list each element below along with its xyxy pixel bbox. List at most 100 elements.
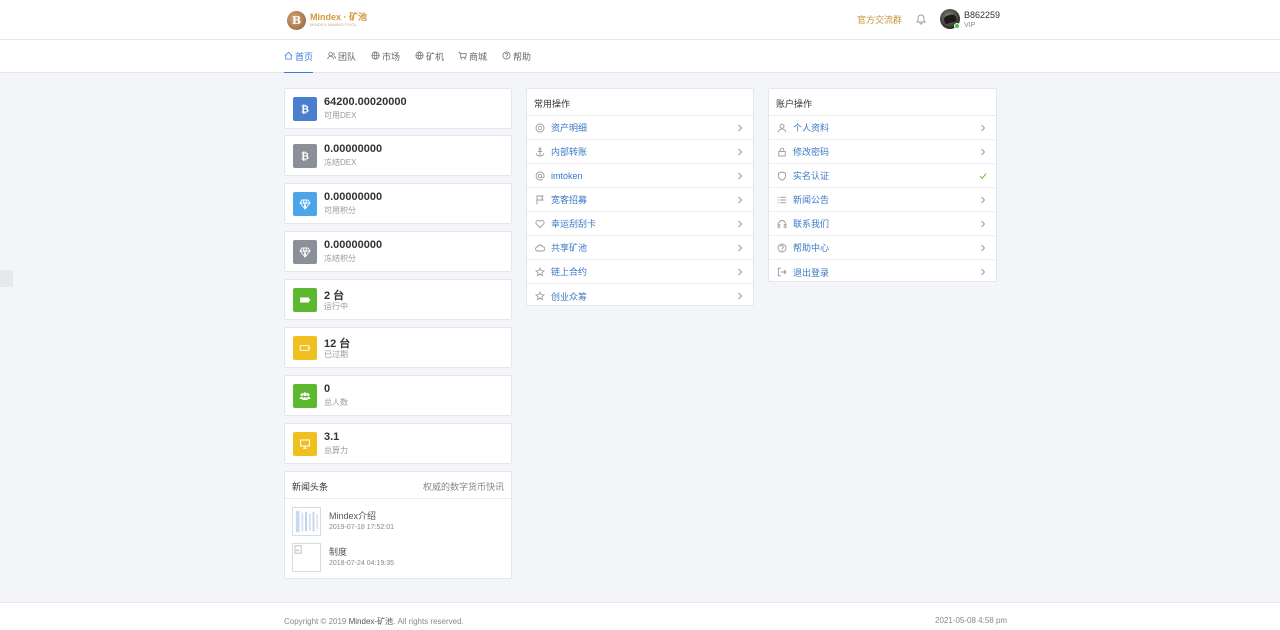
community-link[interactable]: 官方交流群 bbox=[857, 13, 902, 26]
cart-icon bbox=[458, 51, 467, 60]
footer-datetime: 2021-05-08 4:58 pm bbox=[935, 616, 1008, 625]
users-icon bbox=[327, 51, 336, 60]
menu-imtoken[interactable]: imtoken bbox=[527, 164, 753, 188]
chevron-right-icon bbox=[981, 244, 986, 252]
nav-help[interactable]: 帮助 bbox=[502, 50, 531, 73]
news-item[interactable]: Mindex介绍 2019-07-18 17:52:01 bbox=[292, 507, 507, 537]
side-collapse-tab[interactable] bbox=[0, 270, 13, 287]
coin-icon bbox=[535, 123, 545, 133]
account-ops-title: 账户操作 bbox=[769, 89, 996, 116]
news-panel-title: 新闻头条 bbox=[292, 482, 329, 492]
battery-full-icon bbox=[293, 288, 317, 312]
stat-value: 0.00000000 bbox=[324, 191, 383, 203]
footer: Copyright © 2019 Mindex-矿池. All rights r… bbox=[0, 602, 1280, 630]
news-title: 制度 bbox=[329, 547, 348, 557]
logo-mark: B bbox=[287, 10, 306, 30]
globe-icon bbox=[371, 51, 380, 60]
home-icon bbox=[284, 51, 293, 60]
news-thumbnail bbox=[292, 543, 321, 572]
news-title: Mindex介绍 bbox=[329, 511, 377, 521]
user-id[interactable]: B862259 bbox=[964, 10, 1000, 20]
stat-card-running-miners[interactable]: 2 台 运行中 bbox=[284, 279, 512, 320]
chevron-right-icon bbox=[738, 148, 743, 156]
menu-internal-transfer[interactable]: 内部转账 bbox=[527, 140, 753, 164]
star-icon bbox=[535, 266, 545, 277]
bell-icon[interactable] bbox=[915, 13, 927, 25]
news-item[interactable]: 制度 2018-07-24 04:19:35 bbox=[292, 543, 507, 573]
copyright: Copyright © 2019 Mindex-矿池. All rights r… bbox=[284, 617, 464, 626]
menu-crowdfunding[interactable]: 创业众筹 bbox=[527, 284, 753, 308]
copyright-brand-link[interactable]: Mindex-矿池 bbox=[349, 617, 393, 626]
nav-home[interactable]: 首页 bbox=[284, 50, 314, 73]
chevron-right-icon bbox=[738, 244, 743, 252]
chevron-right-icon bbox=[981, 124, 986, 132]
news-date: 2018-07-24 04:19:35 bbox=[329, 560, 394, 567]
shield-icon bbox=[777, 170, 787, 181]
bitcoin-icon: ₿ bbox=[293, 144, 317, 168]
battery-empty-icon bbox=[293, 336, 317, 360]
flag-icon bbox=[535, 195, 545, 205]
chevron-right-icon bbox=[981, 220, 986, 228]
news-date: 2019-07-18 17:52:01 bbox=[329, 524, 394, 531]
news-panel-subtitle[interactable]: 权威的数字货币快讯 bbox=[423, 480, 504, 493]
chevron-right-icon bbox=[738, 196, 743, 204]
news-panel: 新闻头条 权威的数字货币快讯 Mindex介绍 2019-07-18 17:52… bbox=[284, 471, 512, 579]
stat-label: 总人数 bbox=[324, 398, 348, 407]
nav-market[interactable]: 市场 bbox=[371, 50, 400, 73]
brand-logo[interactable]: B Mindex · 矿池 MINDEX MINING POOL bbox=[287, 10, 367, 30]
chevron-right-icon bbox=[738, 292, 743, 300]
stat-value: 64200.00020000 bbox=[324, 96, 407, 108]
menu-lucky-scratch-card[interactable]: 幸运刮刮卡 bbox=[527, 212, 753, 236]
nav-team[interactable]: 团队 bbox=[327, 50, 356, 73]
chevron-right-icon bbox=[738, 268, 743, 276]
stat-card-available-points[interactable]: 0.00000000 可用积分 bbox=[284, 183, 512, 224]
user-level: VIP bbox=[964, 22, 976, 29]
stat-label: 可用积分 bbox=[324, 206, 356, 215]
stat-value: 0 bbox=[324, 383, 331, 395]
nav-mall[interactable]: 商城 bbox=[458, 50, 487, 73]
svg-text:₿: ₿ bbox=[301, 151, 309, 163]
menu-change-password[interactable]: 修改密码 bbox=[769, 140, 996, 164]
brand-name: Mindex · 矿池 bbox=[310, 12, 368, 22]
bitcoin-icon: ₿ bbox=[293, 97, 317, 121]
help-icon bbox=[777, 243, 787, 253]
top-header: B Mindex · 矿池 MINDEX MINING POOL 官方交流群 B… bbox=[0, 0, 1280, 40]
stat-card-frozen-points[interactable]: 0.00000000 冻结积分 bbox=[284, 231, 512, 272]
menu-shared-pool[interactable]: 共享矿池 bbox=[527, 236, 753, 260]
stat-card-total-hashrate[interactable]: 3.1 总算力 bbox=[284, 423, 512, 464]
nav-miner[interactable]: 矿机 bbox=[415, 50, 444, 73]
menu-quant-recruit[interactable]: 宽客招募 bbox=[527, 188, 753, 212]
chevron-right-icon bbox=[981, 196, 986, 204]
chevron-right-icon bbox=[738, 124, 743, 132]
brand-tagline: MINDEX MINING POOL bbox=[310, 22, 357, 27]
lock-icon bbox=[777, 147, 787, 157]
stat-card-expired-miners[interactable]: 12 台 已过期 bbox=[284, 327, 512, 368]
menu-asset-details[interactable]: 资产明细 bbox=[527, 116, 753, 140]
menu-onchain-contract[interactable]: 链上合约 bbox=[527, 260, 753, 284]
menu-help-center[interactable]: 帮助中心 bbox=[769, 236, 996, 260]
menu-news-announcements[interactable]: 新闻公告 bbox=[769, 188, 996, 212]
stat-card-frozen-dex[interactable]: ₿ 0.00000000 冻结DEX bbox=[284, 135, 512, 176]
menu-profile[interactable]: 个人资料 bbox=[769, 116, 996, 140]
menu-identity-verification[interactable]: 实名认证 bbox=[769, 164, 996, 188]
stat-value: 3.1 bbox=[324, 431, 340, 443]
headset-icon bbox=[777, 219, 787, 229]
star-icon bbox=[535, 291, 545, 301]
main-nav: 首页 团队 市场 矿机 商城 帮助 bbox=[0, 40, 1280, 73]
news-thumbnail bbox=[292, 507, 321, 536]
stat-label: 总算力 bbox=[324, 446, 348, 455]
stat-label: 冻结DEX bbox=[324, 158, 357, 167]
anchor-icon bbox=[535, 146, 545, 157]
diamond-icon bbox=[293, 192, 317, 216]
common-ops-panel: 常用操作 资产明细 内部转账 imtoken 宽客招募 幸运刮刮卡 共享矿池 链… bbox=[526, 88, 754, 306]
stat-card-total-members[interactable]: 0 总人数 bbox=[284, 375, 512, 416]
menu-contact-us[interactable]: 联系我们 bbox=[769, 212, 996, 236]
common-ops-title: 常用操作 bbox=[527, 89, 753, 116]
stat-label: 运行中 bbox=[324, 302, 348, 311]
chevron-right-icon bbox=[738, 220, 743, 228]
stat-label: 冻结积分 bbox=[324, 254, 356, 263]
at-icon bbox=[535, 171, 545, 181]
menu-logout[interactable]: 退出登录 bbox=[769, 260, 996, 284]
stat-label: 可用DEX bbox=[324, 111, 357, 120]
stat-card-available-dex[interactable]: ₿ 64200.00020000 可用DEX bbox=[284, 88, 512, 129]
